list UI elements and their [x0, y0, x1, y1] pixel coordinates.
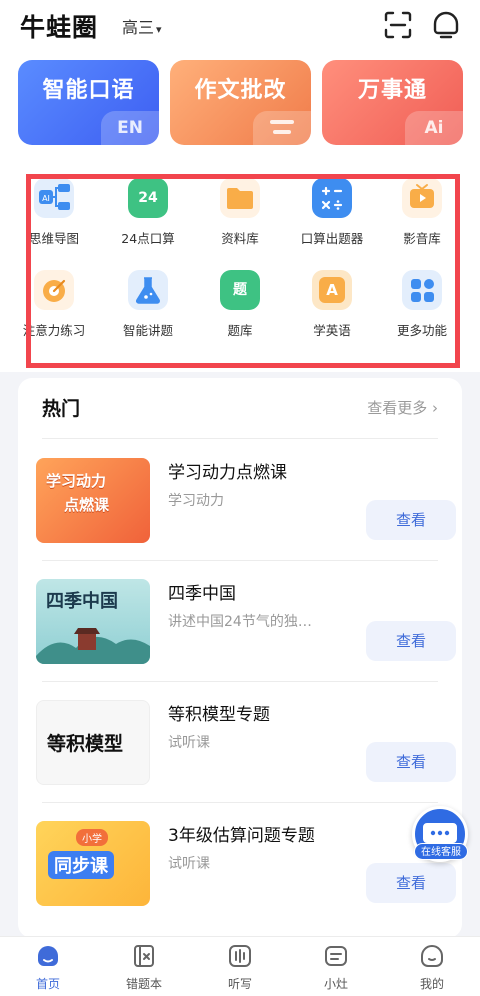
divider [42, 560, 438, 561]
tools-grid: AI 思维导图 24 24点口算 资料库 口算出题器 影音库 注意力练习 智能讲… [0, 162, 480, 372]
nav-label: 我的 [419, 977, 444, 991]
feature-card-label: 作文批改 [194, 78, 287, 103]
course-item[interactable]: 等积模型 等积模型专题 试听课 查看 [36, 700, 456, 800]
nav-item-mistake-book[interactable]: 错题本 [104, 943, 184, 995]
caret-down-icon: ▾ [156, 23, 162, 36]
grade-selector[interactable]: 高三 ▾ [122, 14, 162, 38]
course-title: 四季中国 [168, 584, 236, 604]
view-button[interactable]: 查看 [366, 500, 456, 540]
scan-icon[interactable] [383, 10, 413, 40]
online-service-label: 在线客服 [414, 843, 468, 860]
course-item[interactable]: 小学 同步课 3年级估算问题专题 试听课 查看 [36, 821, 456, 921]
course-title: 等积模型专题 [168, 705, 270, 725]
know-it-all-card[interactable]: 万事通 Ai [322, 60, 463, 145]
course-thumbnail: 学习动力 点燃课 [36, 458, 150, 543]
dictation-icon [229, 945, 251, 967]
essay-correction-card[interactable]: 作文批改 [170, 60, 311, 145]
course-title: 3年级估算问题专题 [168, 826, 315, 846]
smart-oral-card[interactable]: 智能口语 EN [18, 60, 159, 145]
text-lines-icon [253, 111, 311, 145]
course-thumbnail: 四季中国 [36, 579, 150, 664]
ai-badge-icon: Ai [405, 111, 463, 145]
app-title: 牛蛙圈 [20, 13, 99, 42]
course-subtitle: 讲述中国24节气的独… [168, 614, 312, 630]
feature-card-label: 智能口语 [42, 78, 135, 103]
nav-item-tutoring[interactable]: 小灶 [296, 943, 376, 995]
bottom-nav: 首页 错题本 听写 小灶 我的 [0, 936, 480, 996]
course-subtitle: 学习动力 [168, 493, 224, 509]
nav-label: 小灶 [323, 977, 348, 991]
en-badge-icon: EN [101, 111, 159, 145]
hot-section: 热门 查看更多 › 学习动力 点燃课 学习动力点燃课 学习动力 查看 四季中国 … [18, 378, 462, 938]
nav-label: 错题本 [125, 977, 162, 991]
profile-icon [421, 945, 443, 967]
nav-item-profile[interactable]: 我的 [392, 943, 472, 995]
see-more-link[interactable]: 查看更多 › [367, 397, 438, 418]
highlight-frame [26, 174, 460, 368]
nav-item-dictation[interactable]: 听写 [200, 943, 280, 995]
divider [42, 681, 438, 682]
feature-card-label: 万事通 [357, 78, 427, 103]
course-thumbnail: 小学 同步课 [36, 821, 150, 906]
nav-item-home[interactable]: 首页 [8, 943, 88, 995]
nav-label: 首页 [35, 977, 60, 991]
tutoring-icon [325, 946, 347, 966]
course-item[interactable]: 四季中国 四季中国 讲述中国24节气的独… 查看 [36, 579, 456, 679]
divider [42, 438, 438, 439]
nav-label: 听写 [227, 977, 252, 991]
course-title: 学习动力点燃课 [168, 463, 287, 483]
view-button[interactable]: 查看 [366, 621, 456, 661]
course-item[interactable]: 学习动力 点燃课 学习动力点燃课 学习动力 查看 [36, 458, 456, 558]
view-button[interactable]: 查看 [366, 742, 456, 782]
mistake-book-icon [134, 945, 154, 967]
course-subtitle: 试听课 [168, 856, 210, 872]
home-icon [38, 946, 58, 966]
section-title: 热门 [42, 398, 81, 420]
divider [42, 802, 438, 803]
message-icon[interactable] [430, 9, 462, 41]
feature-card-area: 智能口语 EN 作文批改 万事通 Ai [0, 52, 480, 162]
view-button[interactable]: 查看 [366, 863, 456, 903]
course-thumbnail: 等积模型 [36, 700, 150, 785]
grade-label: 高三 [122, 18, 155, 37]
top-header: 牛蛙圈 高三 ▾ [0, 0, 480, 52]
course-subtitle: 试听课 [168, 735, 210, 751]
